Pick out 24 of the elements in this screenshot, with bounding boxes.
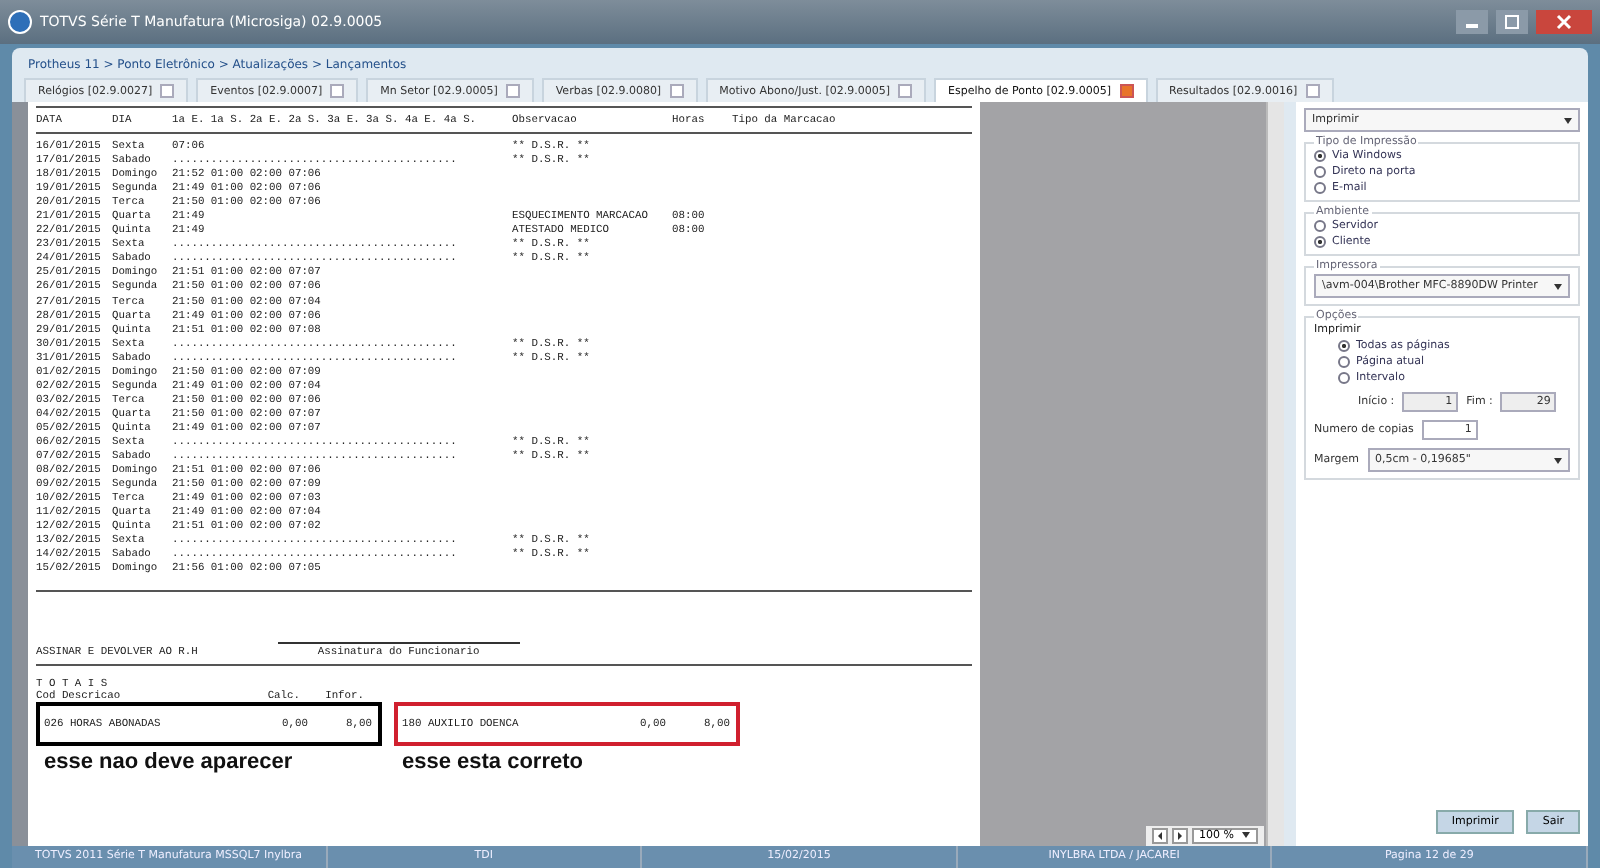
previous-page-icon[interactable] [1151, 828, 1168, 844]
next-page-icon[interactable] [1171, 828, 1188, 844]
close-tab-icon[interactable] [160, 84, 175, 98]
close-tab-icon[interactable] [330, 84, 345, 98]
close-tab-icon[interactable] [669, 84, 684, 98]
radio-button[interactable] [1314, 150, 1326, 162]
radio-button[interactable] [1338, 340, 1350, 352]
radio-button[interactable] [1314, 220, 1326, 232]
minimize-icon[interactable] [1456, 10, 1488, 34]
vertical-scrollbar[interactable] [1266, 102, 1284, 846]
close-icon[interactable] [1536, 10, 1592, 34]
app-logo-icon [8, 10, 32, 34]
radio-button[interactable] [1338, 372, 1350, 384]
close-tab-icon[interactable] [505, 84, 520, 98]
annotation-text: esse esta correto [400, 748, 585, 779]
annotation-text: esse nao deve aparecer [42, 748, 295, 779]
maximize-icon[interactable] [1496, 10, 1528, 34]
close-tab-icon[interactable] [898, 84, 912, 98]
radio-button[interactable] [1314, 182, 1326, 194]
radio-button[interactable] [1338, 356, 1350, 368]
close-tab-icon[interactable] [1119, 84, 1133, 98]
close-tab-icon[interactable] [1305, 84, 1320, 98]
radio-button[interactable] [1314, 166, 1326, 178]
radio-button[interactable] [1314, 236, 1326, 248]
